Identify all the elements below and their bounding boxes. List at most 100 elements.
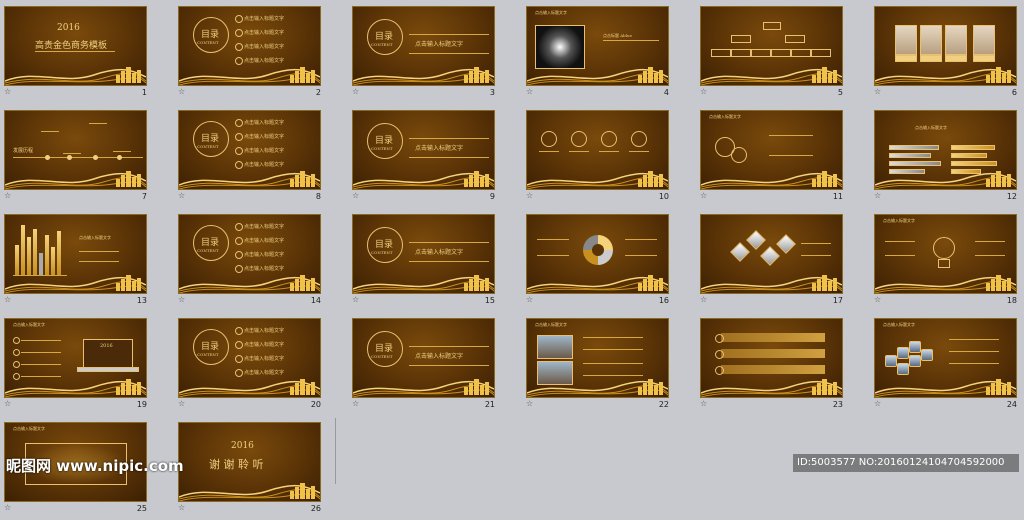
slide-canvas[interactable]: 目录 CONTENT 点击输入标题文字 点击输入标题文字 点击输入标题文字 点击输入标题文… <box>178 110 321 190</box>
skyline-decoration <box>638 171 663 187</box>
slide-thumbnail-11[interactable]: 点击输入标题文字 11 ☆ <box>696 104 870 208</box>
slide-thumbnail-15[interactable]: 目录 CONTENT 点击输入标题文字 15 ☆ <box>348 208 522 312</box>
slide-thumbnail-12[interactable]: 点击输入标题文字 12 ☆ <box>870 104 1024 208</box>
slide-transition-icon[interactable]: ☆ <box>874 191 881 200</box>
slide-transition-icon[interactable]: ☆ <box>178 295 185 304</box>
slide-canvas[interactable]: 目录 CONTENT 点击输入标题文字 点击输入标题文字 点击输入标题文字 点击输入标题文… <box>178 214 321 294</box>
slide-transition-icon[interactable]: ☆ <box>4 399 11 408</box>
slide-thumbnail-4[interactable]: 点击输入标题文字 点击标题 Ablue 4 ☆ <box>522 0 696 104</box>
slide-transition-icon[interactable]: ☆ <box>352 295 359 304</box>
slide-thumbnail-2[interactable]: 目录 CONTENT 点击输入标题文字 点击输入标题文字 点击输入标题文字 点击输入标题文… <box>174 0 348 104</box>
slide-canvas[interactable] <box>526 110 669 190</box>
slide-canvas[interactable]: 点击输入标题文字 <box>874 214 1017 294</box>
slide-canvas[interactable]: 点击输入标题文字 2016 <box>4 318 147 398</box>
slide-transition-icon[interactable]: ☆ <box>352 399 359 408</box>
divider-line <box>79 251 119 252</box>
slide-number: 2 <box>315 88 321 97</box>
slide-canvas[interactable]: 2016 高贵金色商务模板 <box>4 6 147 86</box>
slide-canvas[interactable]: 点击输入标题文字 <box>700 110 843 190</box>
slide-thumbnail-10[interactable]: 10 ☆ <box>522 104 696 208</box>
title-text: 谢 谢 聆 听 <box>209 458 264 471</box>
toc-item: 点击输入标题文字 <box>244 224 285 230</box>
slide-number: 23 <box>832 400 843 409</box>
slide-thumbnail-24[interactable]: 点击输入标题文字 24 ☆ <box>870 312 1024 416</box>
slide-thumbnail-9[interactable]: 目录 CONTENT 点击输入标题文字 9 ☆ <box>348 104 522 208</box>
divider-line <box>41 131 59 132</box>
slide-transition-icon[interactable]: ☆ <box>874 87 881 96</box>
slide-canvas[interactable]: 目录 CONTENT 点击输入标题文字 <box>352 6 495 86</box>
slide-thumbnail-8[interactable]: 目录 CONTENT 点击输入标题文字 点击输入标题文字 点击输入标题文字 点击输入标题文… <box>174 104 348 208</box>
divider-line <box>13 157 143 158</box>
slide-canvas[interactable] <box>700 214 843 294</box>
slide-transition-icon[interactable]: ☆ <box>526 295 533 304</box>
slide-transition-icon[interactable]: ☆ <box>4 295 11 304</box>
slide-thumbnail-6[interactable]: 6 ☆ <box>870 0 1024 104</box>
slide-canvas[interactable]: 目录 CONTENT 点击输入标题文字 <box>352 214 495 294</box>
slide-thumbnail-26[interactable]: 2016 谢 谢 聆 听 26 ☆ <box>174 416 348 520</box>
slide-canvas[interactable]: 点击输入标题文字 <box>526 318 669 398</box>
slide-canvas[interactable]: 目录 CONTENT 点击输入标题文字 <box>352 110 495 190</box>
slide-canvas[interactable] <box>526 214 669 294</box>
slide-sorter-grid: 2016 高贵金色商务模板 1 ☆ 目录 CONTENT 点击输入标题文字 点击输入标题文字点… <box>0 0 1024 513</box>
slide-thumbnail-16[interactable]: 16 ☆ <box>522 208 696 312</box>
toc-item: 点击输入标题文字 <box>244 134 285 140</box>
slide-thumbnail-20[interactable]: 目录 CONTENT 点击输入标题文字 点击输入标题文字 点击输入标题文字 点击输入标题文… <box>174 312 348 416</box>
slide-thumbnail-1[interactable]: 2016 高贵金色商务模板 1 ☆ <box>0 0 174 104</box>
toc-sub: CONTENT <box>371 354 393 359</box>
slide-transition-icon[interactable]: ☆ <box>874 399 881 408</box>
divider-line <box>409 138 489 139</box>
slide-canvas[interactable] <box>700 6 843 86</box>
slide-transition-icon[interactable]: ☆ <box>178 191 185 200</box>
slide-transition-icon[interactable]: ☆ <box>4 87 11 96</box>
person-name-tag <box>945 55 967 62</box>
slide-thumbnail-19[interactable]: 点击输入标题文字 2016 19 ☆ <box>0 312 174 416</box>
divider-line <box>975 255 1005 256</box>
slide-thumbnail-7[interactable]: 发展历程 7 ☆ <box>0 104 174 208</box>
team-photo <box>537 335 573 359</box>
slide-transition-icon[interactable]: ☆ <box>352 87 359 96</box>
slide-transition-icon[interactable]: ☆ <box>700 399 707 408</box>
slide-canvas[interactable]: 2016 谢 谢 聆 听 <box>178 422 321 502</box>
slide-thumbnail-23[interactable]: 23 ☆ <box>696 312 870 416</box>
slide-canvas[interactable]: 发展历程 <box>4 110 147 190</box>
toc-item: 点击输入标题文字 <box>244 148 285 154</box>
org-leaf <box>731 49 751 57</box>
slide-canvas[interactable]: 目录 CONTENT 点击输入标题文字 点击输入标题文字 点击输入标题文字 点击输入标题文… <box>178 318 321 398</box>
slide-transition-icon[interactable]: ☆ <box>700 87 707 96</box>
skyline-decoration <box>812 67 837 83</box>
slide-transition-icon[interactable]: ☆ <box>526 399 533 408</box>
slide-transition-icon[interactable]: ☆ <box>178 399 185 408</box>
diamond-shape <box>776 234 796 254</box>
slide-thumbnail-22[interactable]: 点击输入标题文字 22 ☆ <box>522 312 696 416</box>
slide-transition-icon[interactable]: ☆ <box>4 503 11 512</box>
slide-transition-icon[interactable]: ☆ <box>4 191 11 200</box>
slide-number: 10 <box>658 192 669 201</box>
slide-canvas[interactable]: 点击输入标题文字 点击标题 Ablue <box>526 6 669 86</box>
slide-thumbnail-14[interactable]: 目录 CONTENT 点击输入标题文字 点击输入标题文字 点击输入标题文字 点击输入标题文… <box>174 208 348 312</box>
toc-bullet <box>235 119 243 127</box>
slide-canvas[interactable]: 目录 CONTENT 点击输入标题文字 <box>352 318 495 398</box>
slide-number: 15 <box>484 296 495 305</box>
slide-thumbnail-21[interactable]: 目录 CONTENT 点击输入标题文字 21 ☆ <box>348 312 522 416</box>
slide-canvas[interactable]: 点击输入标题文字 <box>874 318 1017 398</box>
slide-transition-icon[interactable]: ☆ <box>178 87 185 96</box>
slide-transition-icon[interactable]: ☆ <box>700 295 707 304</box>
slide-canvas[interactable] <box>700 318 843 398</box>
slide-thumbnail-3[interactable]: 目录 CONTENT 点击输入标题文字 3 ☆ <box>348 0 522 104</box>
slide-thumbnail-18[interactable]: 点击输入标题文字 18 ☆ <box>870 208 1024 312</box>
slide-transition-icon[interactable]: ☆ <box>178 503 185 512</box>
slide-transition-icon[interactable]: ☆ <box>526 87 533 96</box>
slide-transition-icon[interactable]: ☆ <box>526 191 533 200</box>
slide-transition-icon[interactable]: ☆ <box>874 295 881 304</box>
skyline-decoration <box>290 275 315 291</box>
slide-thumbnail-17[interactable]: 17 ☆ <box>696 208 870 312</box>
slide-thumbnail-5[interactable]: 5 ☆ <box>696 0 870 104</box>
slide-thumbnail-13[interactable]: 点击输入标题文字 13 ☆ <box>0 208 174 312</box>
slide-canvas[interactable]: 目录 CONTENT 点击输入标题文字 点击输入标题文字 点击输入标题文字 点击输入标题文… <box>178 6 321 86</box>
slide-canvas[interactable]: 点击输入标题文字 <box>874 110 1017 190</box>
slide-transition-icon[interactable]: ☆ <box>352 191 359 200</box>
ring-hole <box>592 244 604 256</box>
slide-canvas[interactable]: 点击输入标题文字 <box>4 214 147 294</box>
slide-transition-icon[interactable]: ☆ <box>700 191 707 200</box>
slide-canvas[interactable] <box>874 6 1017 86</box>
